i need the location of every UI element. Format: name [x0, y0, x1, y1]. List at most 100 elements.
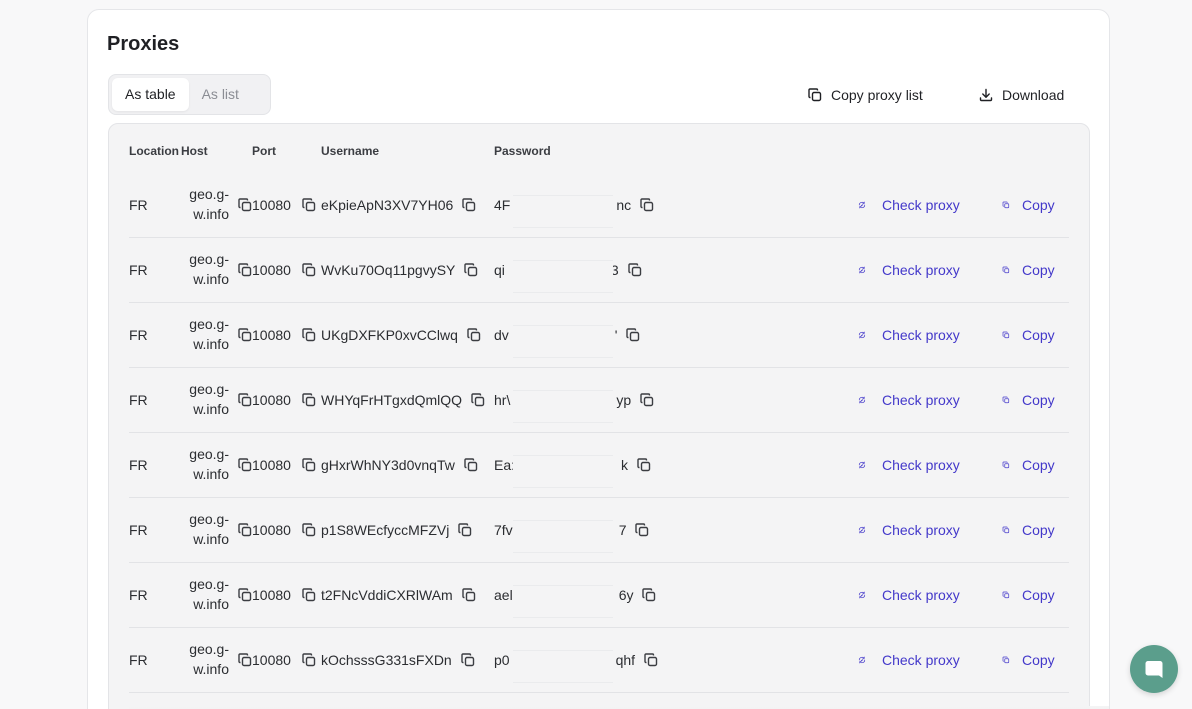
check-proxy-label: Check proxy: [882, 652, 960, 668]
refresh-check-icon: [858, 522, 874, 538]
copy-row-button[interactable]: Copy: [1002, 433, 1055, 497]
copy-icon[interactable]: [639, 392, 655, 408]
cell-port: 10080: [252, 457, 291, 473]
table-row: FR geo.g-w.info 10080 UKgDXFKP0xvCClwq dv ' Ch…: [129, 303, 1069, 368]
copy-row-button[interactable]: Copy: [1002, 238, 1055, 302]
check-proxy-button[interactable]: Check proxy: [858, 498, 960, 562]
chat-launcher-button[interactable]: [1130, 645, 1178, 693]
check-proxy-label: Check proxy: [882, 327, 960, 343]
copy-row-button[interactable]: Copy: [1002, 498, 1055, 562]
copy-proxy-list-button[interactable]: Copy proxy list: [807, 84, 923, 106]
copy-icon[interactable]: [625, 327, 641, 343]
password-mask: [513, 520, 613, 553]
check-proxy-button[interactable]: Check proxy: [858, 368, 960, 432]
password-mask: [513, 325, 613, 358]
table-row: FR geo.g-w.info 10080 WvKu70Oq11pgvySY qi 3 Ch…: [129, 238, 1069, 303]
copy-icon[interactable]: [634, 522, 650, 538]
cell-location: FR: [129, 262, 148, 278]
table-row: FR geo.g-w.info 10080 gHxrWhNY3d0vnqTw Ea: k C…: [129, 433, 1069, 498]
password-mask: [513, 390, 613, 423]
table-row: FR geo.g-w.info 10080 kOchsssG331sFXDn p0 qhf…: [129, 628, 1069, 693]
copy-icon[interactable]: [237, 327, 253, 343]
copy-row-button[interactable]: Copy: [1002, 303, 1055, 367]
copy-icon[interactable]: [470, 392, 486, 408]
check-proxy-button[interactable]: Check proxy: [858, 173, 960, 237]
copy-icon[interactable]: [301, 392, 317, 408]
copy-row-button[interactable]: Copy: [1002, 563, 1055, 627]
copy-icon[interactable]: [301, 262, 317, 278]
refresh-check-icon: [858, 327, 874, 343]
host-line-1: geo.g-: [189, 251, 229, 267]
copy-icon[interactable]: [237, 587, 253, 603]
copy-icon[interactable]: [237, 262, 253, 278]
check-proxy-button[interactable]: Check proxy: [858, 303, 960, 367]
copy-icon[interactable]: [301, 587, 317, 603]
copy-icon[interactable]: [301, 522, 317, 538]
copy-icon: [1002, 327, 1018, 343]
host-line-2: w.info: [193, 531, 229, 547]
copy-icon: [1002, 392, 1018, 408]
cell-location: FR: [129, 522, 148, 538]
download-button[interactable]: Download: [978, 84, 1064, 106]
copy-icon[interactable]: [457, 522, 473, 538]
header-port: Port: [252, 144, 276, 158]
cell-username: p1S8WEcfyccMFZVj: [321, 522, 450, 538]
copy-icon[interactable]: [237, 197, 253, 213]
copy-icon[interactable]: [237, 522, 253, 538]
copy-icon[interactable]: [237, 457, 253, 473]
check-proxy-button[interactable]: Check proxy: [858, 563, 960, 627]
copy-icon[interactable]: [460, 652, 476, 668]
copy-icon[interactable]: [301, 457, 317, 473]
table-row: FR geo.g-w.info 10080 p1S8WEcfyccMFZVj 7fv 7 C…: [129, 498, 1069, 563]
copy-icon: [1002, 457, 1018, 473]
host-line-1: geo.g-: [189, 641, 229, 657]
check-proxy-button[interactable]: Check proxy: [858, 628, 960, 692]
copy-icon[interactable]: [643, 652, 659, 668]
password-start: dv: [494, 327, 509, 343]
copy-row-button[interactable]: Copy: [1002, 173, 1055, 237]
host-line-1: geo.g-: [189, 381, 229, 397]
copy-icon[interactable]: [639, 197, 655, 213]
host-line-1: geo.g-: [189, 186, 229, 202]
tab-as-list[interactable]: As list: [189, 78, 252, 111]
copy-icon[interactable]: [461, 197, 477, 213]
copy-icon[interactable]: [627, 262, 643, 278]
cell-host: geo.g-w.info: [185, 509, 229, 549]
copy-row-button[interactable]: Copy: [1002, 628, 1055, 692]
copy-icon[interactable]: [463, 262, 479, 278]
check-proxy-button[interactable]: Check proxy: [858, 238, 960, 302]
download-icon: [979, 88, 993, 102]
copy-icon[interactable]: [237, 652, 253, 668]
copy-icon[interactable]: [641, 587, 657, 603]
copy-row-label: Copy: [1022, 262, 1055, 278]
password-end: qhf: [615, 652, 636, 668]
copy-row-button[interactable]: Copy: [1002, 368, 1055, 432]
cell-port: 10080: [252, 197, 291, 213]
check-proxy-label: Check proxy: [882, 587, 960, 603]
refresh-check-icon: [858, 392, 874, 408]
copy-icon[interactable]: [301, 652, 317, 668]
tab-as-table[interactable]: As table: [112, 78, 189, 111]
copy-icon[interactable]: [237, 392, 253, 408]
copy-icon[interactable]: [301, 197, 317, 213]
cell-username: gHxrWhNY3d0vnqTw: [321, 457, 455, 473]
cell-port: 10080: [252, 262, 291, 278]
proxy-table: Location Host Port Username Password FR g…: [108, 123, 1109, 709]
host-line-2: w.info: [193, 206, 229, 222]
refresh-check-icon: [858, 262, 874, 278]
copy-icon[interactable]: [301, 327, 317, 343]
copy-icon[interactable]: [463, 457, 479, 473]
copy-icon[interactable]: [461, 587, 477, 603]
copy-icon: [1002, 197, 1018, 213]
copy-icon[interactable]: [466, 327, 482, 343]
password-mask: [513, 650, 613, 683]
copy-row-label: Copy: [1022, 457, 1055, 473]
cell-port: 10080: [252, 327, 291, 343]
host-line-1: geo.g-: [189, 446, 229, 462]
check-proxy-button[interactable]: Check proxy: [858, 433, 960, 497]
cell-location: FR: [129, 327, 148, 343]
copy-icon[interactable]: [636, 457, 652, 473]
cell-location: FR: [129, 652, 148, 668]
cell-username: UKgDXFKP0xvCClwq: [321, 327, 458, 343]
copy-row-label: Copy: [1022, 587, 1055, 603]
